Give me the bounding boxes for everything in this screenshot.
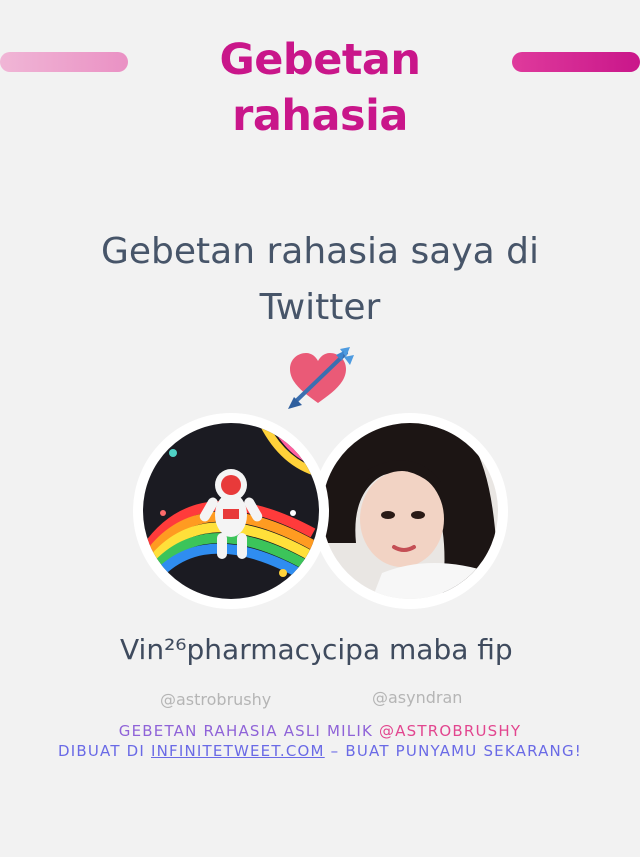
page-title: Gebetan rahasia [219,35,421,141]
footer-owner-prefix: GEBETAN RAHASIA ASLI MILIK [118,722,379,740]
headline-line-2: Twitter [259,287,381,328]
header-bar-right [512,52,640,72]
footer-made-prefix: DIBUAT DI [57,742,151,760]
header-bar-left [0,52,128,72]
display-name-user-1: Vin²⁶pharmacy [120,633,320,666]
heart-arrow-icon [288,347,354,409]
handle-user-2[interactable]: @asyndran [372,686,462,710]
display-name-user-2: cipa maba fip [322,633,513,666]
avatar-image-portrait [322,423,498,599]
avatar-asyndran[interactable] [312,413,508,609]
footer-owner-line: GEBETAN RAHASIA ASLI MILIK @ASTROBRUSHY [0,720,640,742]
header: Gebetan rahasia [0,30,640,141]
footer-made-line: DIBUAT DI INFINITETWEET.COM – BUAT PUNYA… [0,740,640,762]
avatar-image-astronaut [143,423,319,599]
footer-owner-link[interactable]: @ASTROBRUSHY [379,722,521,740]
footer-made-suffix: – BUAT PUNYAMU SEKARANG! [324,742,583,760]
headline: Gebetan rahasia saya di Twitter [60,224,580,336]
headline-line-1: Gebetan rahasia saya di [101,231,539,272]
footer-site-link[interactable]: INFINITETWEET.COM [151,742,325,760]
handle-user-1[interactable]: @astrobrushy [160,688,271,712]
avatar-astrobrushy[interactable] [133,413,329,609]
